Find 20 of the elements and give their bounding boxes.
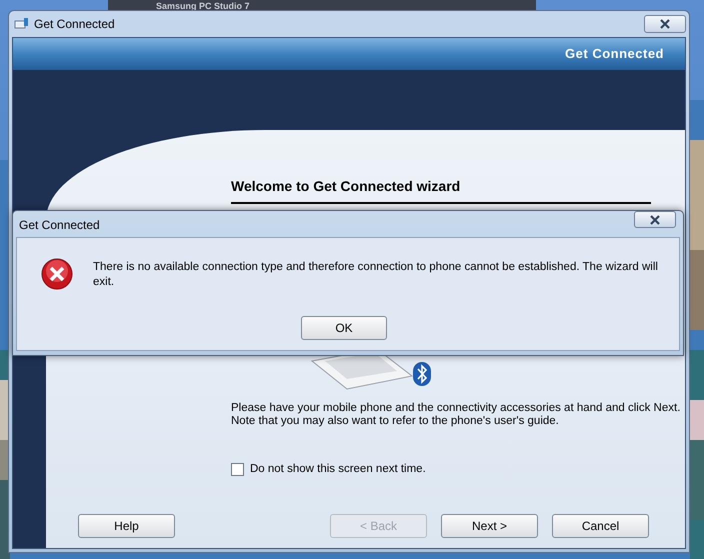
- close-icon: [649, 214, 661, 224]
- wizard-heading: Welcome to Get Connected wizard: [231, 177, 460, 196]
- close-icon: [659, 19, 671, 29]
- error-icon: [41, 258, 73, 290]
- bluetooth-icon: [413, 362, 431, 386]
- instructions-text: Please have your mobile phone and the connectivity accessories at hand and click Next. Note that you may also want to refer to the phone's user's guide.: [231, 402, 680, 428]
- wizard-button[interactable]: Next >: [441, 514, 538, 538]
- window-title: Get Connected: [34, 16, 115, 33]
- checkbox[interactable]: [231, 463, 244, 476]
- dialog-title: Get Connected: [19, 217, 100, 234]
- close-button[interactable]: [634, 211, 676, 228]
- wizard-button[interactable]: Help: [78, 514, 175, 538]
- app-icon: [14, 17, 30, 31]
- checkbox-label: Do not show this screen next time.: [250, 462, 426, 477]
- error-message: There is no available connection type and therefore connection to phone cannot be established. The wizard will exit.: [93, 260, 659, 290]
- header-title: Get Connected: [565, 45, 664, 64]
- ok-button[interactable]: OK: [301, 316, 387, 340]
- background-window-title: Samsung PC Studio 7: [156, 0, 250, 10]
- wizard-button[interactable]: Cancel: [552, 514, 649, 538]
- close-button[interactable]: [644, 15, 686, 33]
